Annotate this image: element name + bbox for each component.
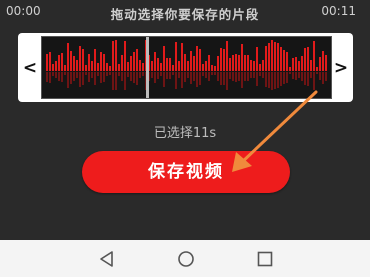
recent-square-icon[interactable]	[256, 250, 274, 268]
back-triangle-icon[interactable]	[98, 250, 116, 268]
home-circle-icon[interactable]	[177, 250, 195, 268]
pointer-arrow-icon	[232, 90, 318, 172]
system-nav-bar	[0, 240, 370, 277]
screen: 00:00 拖动选择你要保存的片段 00:11 < > 已选择11s 保存视频	[0, 0, 370, 240]
